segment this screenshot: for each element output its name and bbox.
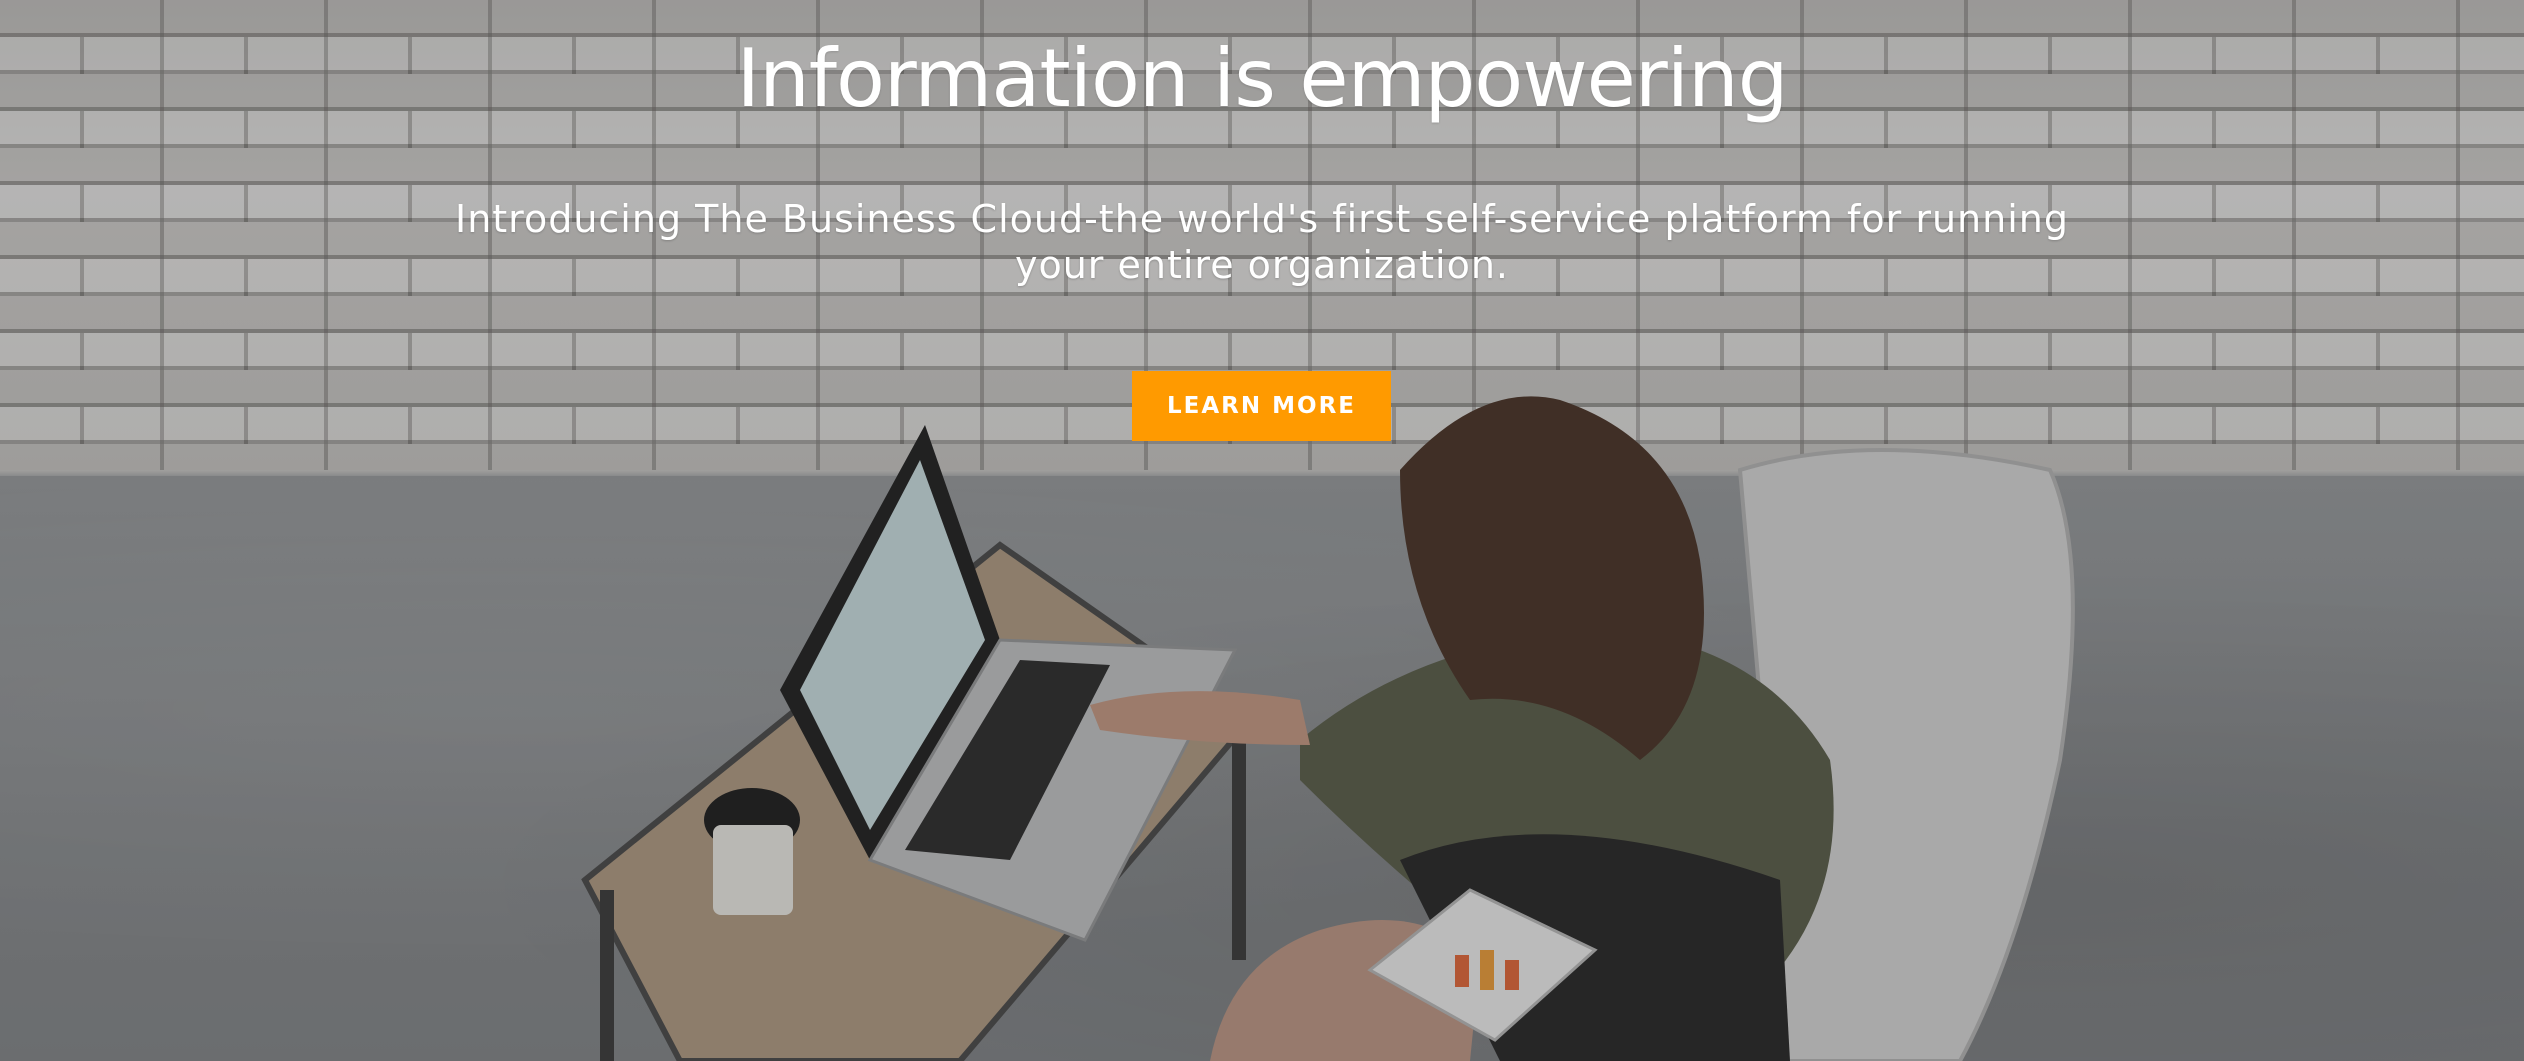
hero-banner: Information is empowering Introducing Th… [0,0,2524,1061]
learn-more-button[interactable]: LEARN MORE [1132,371,1391,441]
hero-headline: Information is empowering [736,32,1789,125]
hero-subtitle: Introducing The Business Cloud-the world… [454,197,2069,287]
dark-overlay [0,0,2524,1061]
